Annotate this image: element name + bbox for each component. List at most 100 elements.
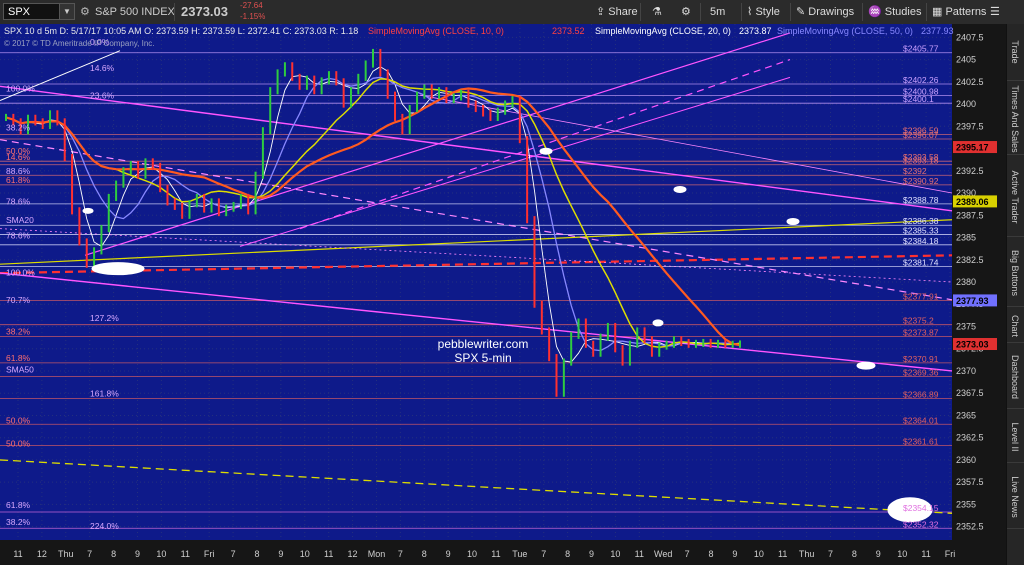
sidebar-tab-label: Dashboard xyxy=(1010,354,1020,400)
patterns-icon: ▦ xyxy=(932,6,943,18)
time-tick-label: 11 xyxy=(778,549,787,559)
time-tick-label: Thu xyxy=(799,549,815,559)
level-label: $2352.32 xyxy=(903,519,939,529)
style-button[interactable]: ⌇ Style xyxy=(747,0,780,24)
highlight-ellipse xyxy=(539,147,553,155)
time-tick-label: 8 xyxy=(852,549,857,559)
time-tick-label: 11 xyxy=(491,549,500,559)
level-label: $2392 xyxy=(903,166,927,176)
fib-label: 70.7% xyxy=(6,295,31,305)
studies-icon: ♒ xyxy=(868,6,882,18)
last-price: 2373.03 xyxy=(181,4,228,19)
sidebar-tab-big-buttons[interactable]: Big Buttons xyxy=(1007,240,1024,307)
studies-label: Studies xyxy=(884,6,922,18)
study-sma20[interactable]: SimpleMovingAvg (CLOSE, 20, 0) xyxy=(595,26,731,36)
price-tag-label: 2373.03 xyxy=(956,340,989,350)
sidebar-tab-label: Trade xyxy=(1010,40,1020,64)
flask-icon[interactable]: ⚗ xyxy=(652,0,662,24)
fib-label: 38.2% xyxy=(6,326,31,336)
time-tick-label: 10 xyxy=(156,549,166,559)
sidebar-tab-dashboard[interactable]: Dashboard xyxy=(1007,346,1024,409)
time-tick-label: 7 xyxy=(828,549,833,559)
price-tick-label: 2357.5 xyxy=(956,477,984,487)
settings-icon[interactable]: ⚙ xyxy=(681,0,691,24)
price-tick-label: 2397.5 xyxy=(956,121,984,131)
time-tick-label: 9 xyxy=(589,549,594,559)
fib-label: 224.0% xyxy=(90,521,119,531)
sidebar-tab-live-news[interactable]: Live News xyxy=(1007,466,1024,529)
fib-label: 38.2% xyxy=(6,517,31,527)
sidebar-tab-trade[interactable]: Trade xyxy=(1007,24,1024,81)
level-label: $2366.89 xyxy=(903,390,939,400)
time-tick-label: 10 xyxy=(754,549,764,559)
price-tick-label: 2392.5 xyxy=(956,166,984,176)
highlight-ellipse xyxy=(786,218,800,226)
share-label: Share xyxy=(608,6,638,18)
interval-button[interactable]: 5m xyxy=(710,0,725,24)
price-tick-label: 2407.5 xyxy=(956,32,984,42)
right-sidebar: Trade Times And Sales Active Trader Big But… xyxy=(1006,24,1024,565)
drawings-button[interactable]: ✎ Drawings xyxy=(796,0,854,24)
net-change: -27.64 xyxy=(240,1,263,10)
time-tick-label: 11 xyxy=(181,549,190,559)
fib-label: 100.0% xyxy=(6,84,35,94)
time-tick-label: 10 xyxy=(897,549,907,559)
study-sma10-value: 2373.52 xyxy=(552,26,585,36)
price-tag-label: 2377.93 xyxy=(956,296,989,306)
level-label: $2384.18 xyxy=(903,236,939,246)
symbol-input[interactable]: SPX ▼ xyxy=(3,3,75,20)
level-label: $2375.2 xyxy=(903,316,934,326)
pencil-icon: ✎ xyxy=(796,6,806,18)
highlight-ellipse xyxy=(652,319,664,327)
time-tick-label: 10 xyxy=(467,549,477,559)
fib-label: 61.8% xyxy=(6,175,31,185)
highlight-ellipse xyxy=(856,361,876,370)
style-icon: ⌇ xyxy=(747,6,753,18)
price-tick-label: 2362.5 xyxy=(956,433,984,443)
time-tick-label: 10 xyxy=(300,549,310,559)
time-tick-label: 9 xyxy=(876,549,881,559)
time-tick-label: 7 xyxy=(398,549,403,559)
time-tick-label: Wed xyxy=(654,549,672,559)
level-label: $2388.78 xyxy=(903,195,939,205)
time-tick-label: Thu xyxy=(58,549,74,559)
price-tag-label: 2395.17 xyxy=(956,143,989,153)
share-button[interactable]: ⇪ Share xyxy=(596,0,638,24)
level-label: $2402.26 xyxy=(903,75,939,85)
divider xyxy=(862,3,863,21)
sidebar-tab-level-ii[interactable]: Level II xyxy=(1007,412,1024,463)
studies-button[interactable]: ♒ Studies xyxy=(868,0,921,24)
chevron-down-icon[interactable]: ▼ xyxy=(59,4,74,19)
gear-icon[interactable]: ⚙ xyxy=(80,0,90,24)
study-sma50[interactable]: SimpleMovingAvg (CLOSE, 50, 0) xyxy=(777,26,913,36)
sidebar-tab-times-and-sales[interactable]: Times And Sales xyxy=(1007,84,1024,155)
level-label: $2400.1 xyxy=(903,94,934,104)
time-tick-label: 8 xyxy=(254,549,259,559)
price-tick-label: 2365 xyxy=(956,410,976,420)
patterns-button[interactable]: ▦ Patterns xyxy=(932,0,986,24)
fib-label: 38.2% xyxy=(6,123,31,133)
style-label: Style xyxy=(755,6,780,18)
price-tick-label: 2400 xyxy=(956,99,976,109)
price-tick-label: 2405 xyxy=(956,55,976,65)
divider xyxy=(174,3,175,21)
sidebar-tab-active-trader[interactable]: Active Trader xyxy=(1007,158,1024,237)
sidebar-tab-label: Big Buttons xyxy=(1010,249,1020,297)
price-tick-label: 2370 xyxy=(956,366,976,376)
time-tick-label: 8 xyxy=(565,549,570,559)
price-tick-label: 2382.5 xyxy=(956,255,984,265)
sidebar-tab-label: Live News xyxy=(1010,476,1020,518)
price-chart[interactable]: $2405.77$2402.26$2400.98$2400.1$2396.59$… xyxy=(0,24,1006,565)
time-tick-label: Fri xyxy=(945,549,956,559)
menu-icon[interactable]: ☰ xyxy=(990,0,1000,24)
level-label: $2393.18 xyxy=(903,156,939,166)
level-label: $2369.36 xyxy=(903,368,939,378)
study-sma10[interactable]: SimpleMovingAvg (CLOSE, 10, 0) xyxy=(368,26,504,36)
fib-label: SMA20 xyxy=(6,215,34,225)
sidebar-tab-label: Times And Sales xyxy=(1010,85,1020,153)
time-tick-label: 7 xyxy=(231,549,236,559)
sidebar-tab-chart[interactable]: Chart xyxy=(1007,310,1024,343)
time-tick-label: Mon xyxy=(368,549,386,559)
price-tick-label: 2402.5 xyxy=(956,77,984,87)
fib-label: 100.0% xyxy=(6,268,35,278)
